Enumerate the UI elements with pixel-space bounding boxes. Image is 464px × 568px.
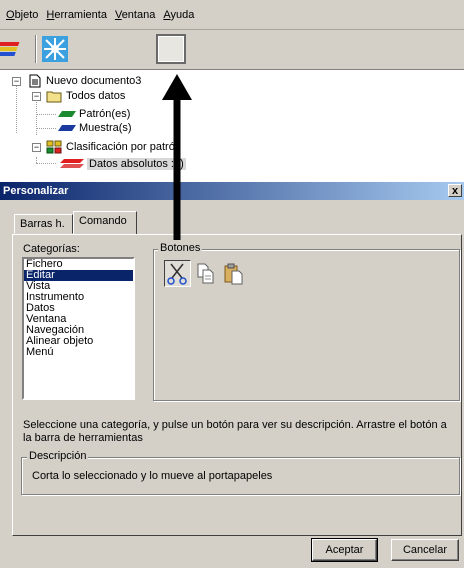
tree-root-label: Nuevo documento3 (46, 75, 142, 87)
menu-ayuda[interactable]: Ayuda (163, 9, 194, 21)
toolbar-separator (35, 35, 37, 63)
folder-icon (46, 91, 62, 103)
blue-sample-icon (58, 125, 76, 131)
tree-sample-label: Muestra(s) (79, 122, 132, 134)
help-text: Seleccione una categoría, y pulse un bot… (23, 419, 447, 444)
copy-command-button[interactable] (195, 262, 217, 286)
cut-icon (167, 263, 187, 285)
tree-pattern-label: Patrón(es) (79, 108, 131, 120)
toolbar (0, 30, 464, 70)
tree-node-classification[interactable]: Clasificación por patrón (46, 140, 181, 154)
tree-line (36, 128, 56, 129)
cancel-button[interactable]: Cancelar (391, 539, 459, 561)
close-icon[interactable]: x (448, 184, 462, 197)
tree-node-absolute-data[interactable]: Datos absolutos :0) (58, 157, 186, 171)
tree-classification-label: Clasificación por patrón (66, 141, 181, 153)
toolbar-drop-target-button[interactable] (156, 34, 186, 64)
menu-herramienta[interactable]: Herramienta (46, 9, 107, 21)
paste-command-button[interactable] (222, 262, 246, 286)
tree-line (36, 99, 37, 135)
cut-command-button[interactable] (164, 260, 191, 287)
tree-line (36, 163, 56, 164)
tree-node-root[interactable]: Nuevo documento3 (28, 74, 141, 88)
categories-listbox[interactable]: Fichero Editar Vista Instrumento Datos V… (22, 257, 135, 400)
paste-icon (224, 263, 243, 285)
books-toolbar-button[interactable] (0, 35, 28, 63)
dialog-titlebar: Personalizar x (0, 182, 464, 200)
customize-dialog: Personalizar x Barras h. Comando Categor… (0, 181, 464, 568)
absolute-data-icon (60, 159, 84, 168)
menu-ventana-label: entana (121, 8, 156, 21)
menu-objeto-label: bjeto (14, 8, 39, 21)
menu-bar: Objeto Herramienta Ventana Ayuda (0, 0, 464, 30)
tree-line (36, 114, 56, 115)
tab-command[interactable]: Comando (73, 211, 137, 234)
tree-node-sample[interactable]: Muestra(s) (58, 121, 132, 135)
tree-absolute-label: Datos absolutos :0) (87, 158, 186, 170)
category-item[interactable]: Menú (24, 347, 133, 358)
menu-herramienta-label: erramienta (54, 8, 107, 21)
tree-all-data-label: Todos datos (66, 90, 126, 102)
menu-ventana-mnemonic: V (114, 8, 122, 21)
menu-objeto-mnemonic: O (6, 8, 15, 21)
buttons-group-label: Botones (158, 242, 203, 254)
green-pattern-icon (58, 111, 76, 117)
accept-button[interactable]: Aceptar (311, 538, 378, 562)
tree-node-pattern[interactable]: Patrón(es) (58, 107, 130, 121)
root-collapse-toggle[interactable]: − (12, 77, 21, 86)
books-icon (0, 42, 20, 56)
categories-label: Categorías: (23, 243, 80, 255)
dialog-title: Personalizar (3, 185, 69, 197)
starburst-toolbar-button[interactable] (40, 35, 70, 63)
classification-collapse-toggle[interactable]: − (32, 143, 41, 152)
tree-line (16, 85, 17, 133)
classification-grid-icon (46, 140, 62, 154)
tree-node-all-data[interactable]: Todos datos (46, 89, 125, 103)
description-text: Corta lo seleccionado y lo mueve al port… (32, 470, 273, 482)
starburst-icon (42, 36, 68, 62)
tab-toolbars[interactable]: Barras h. (14, 214, 73, 234)
menu-ventana[interactable]: Ventana (115, 9, 155, 21)
description-group-label: Descripción (27, 450, 89, 462)
copy-icon (197, 263, 214, 284)
menu-objeto[interactable]: Objeto (6, 9, 38, 21)
document-icon (29, 74, 41, 88)
document-tree: − Nuevo documento3 − Todos datos Patrón(… (0, 71, 464, 181)
menu-ayuda-label: yuda (170, 8, 195, 21)
all-data-collapse-toggle[interactable]: − (32, 92, 41, 101)
